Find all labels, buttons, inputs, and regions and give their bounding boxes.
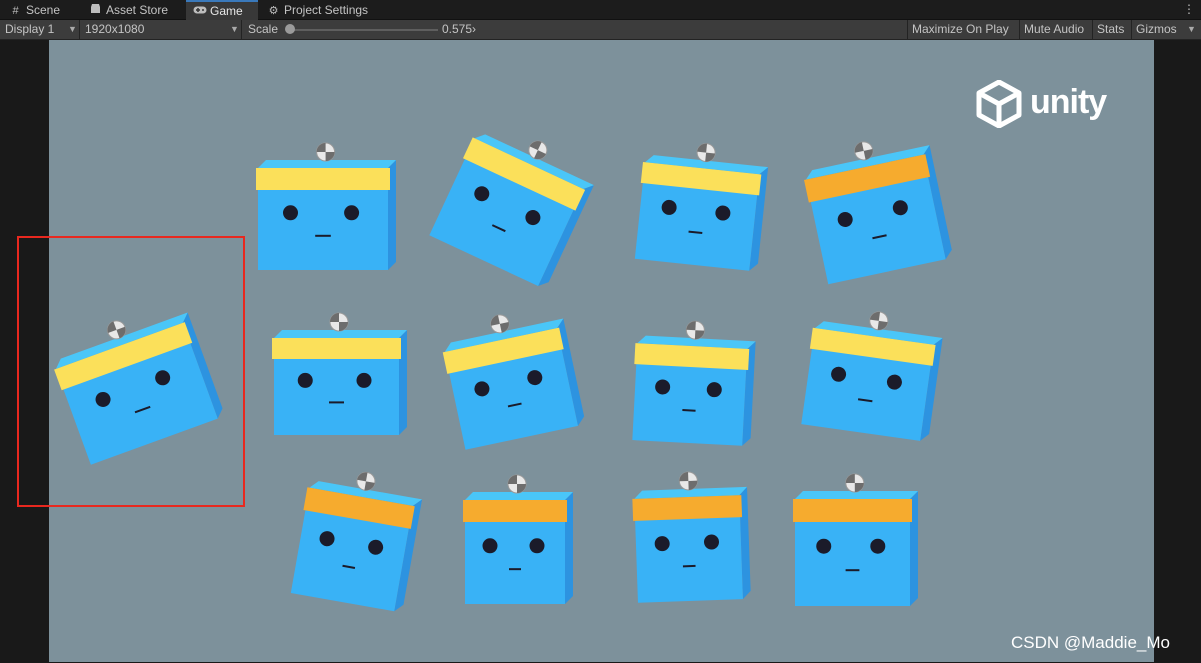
cube-character bbox=[256, 142, 396, 270]
resolution-dropdown[interactable]: 1920x1080 bbox=[85, 20, 144, 39]
tab-scene-label: Scene bbox=[26, 3, 61, 17]
more-options-icon[interactable]: ⋮ bbox=[1183, 2, 1195, 16]
chevron-down-icon: ▼ bbox=[230, 24, 239, 34]
unity-editor-window: # Scene Asset Store Game ⚙ Project Setting… bbox=[0, 0, 1201, 663]
scale-slider-track[interactable] bbox=[288, 29, 438, 31]
tab-game-label: Game bbox=[210, 4, 243, 18]
stats-button[interactable]: Stats bbox=[1092, 20, 1128, 39]
gizmos-button[interactable]: Gizmos bbox=[1131, 20, 1181, 39]
tab-scene[interactable]: # Scene bbox=[2, 0, 92, 20]
tab-asset-store[interactable]: Asset Store bbox=[82, 0, 186, 20]
grid-icon: # bbox=[12, 5, 19, 17]
cube-character bbox=[463, 474, 573, 604]
selection-highlight-box bbox=[17, 236, 245, 507]
unity-logo-text: unity bbox=[1030, 83, 1107, 121]
cube-character bbox=[801, 310, 943, 441]
watermark: CSDN @Maddie_Mo bbox=[1011, 633, 1170, 652]
cube-character bbox=[792, 473, 918, 606]
scale-slider-handle[interactable] bbox=[285, 24, 295, 34]
gear-icon: ⚙ bbox=[268, 5, 279, 17]
tab-project-settings[interactable]: ⚙ Project Settings bbox=[260, 0, 385, 20]
cube-character bbox=[804, 140, 952, 284]
chevron-down-icon[interactable]: ▼ bbox=[1187, 20, 1196, 39]
gamepad-icon bbox=[193, 3, 207, 21]
chevron-down-icon: ▼ bbox=[68, 24, 77, 34]
cube-character bbox=[290, 471, 422, 611]
maximize-on-play-button[interactable]: Maximize On Play bbox=[907, 20, 1013, 39]
cube-character bbox=[634, 142, 768, 271]
game-view-toolbar: Display 1 ▼ 1920x1080 ▼ Scale 0.575› Max… bbox=[0, 20, 1201, 40]
scale-label: Scale bbox=[248, 22, 279, 36]
mute-audio-button[interactable]: Mute Audio bbox=[1019, 20, 1088, 39]
tab-game[interactable]: Game bbox=[186, 0, 258, 20]
cube-character bbox=[429, 133, 594, 286]
display-dropdown[interactable]: Display 1 bbox=[5, 20, 54, 39]
unity-logo-icon bbox=[976, 80, 1022, 128]
tab-asset-store-label: Asset Store bbox=[106, 3, 169, 17]
store-icon bbox=[89, 1, 102, 21]
editor-tab-bar: # Scene Asset Store Game ⚙ Project Setting… bbox=[0, 0, 1201, 20]
scale-value: 0.575› bbox=[442, 22, 477, 36]
resolution-dropdown-value: 1920x1080 bbox=[85, 22, 145, 36]
tab-project-settings-label: Project Settings bbox=[284, 3, 369, 17]
display-dropdown-value: Display 1 bbox=[5, 22, 55, 36]
cube-character bbox=[631, 471, 751, 603]
